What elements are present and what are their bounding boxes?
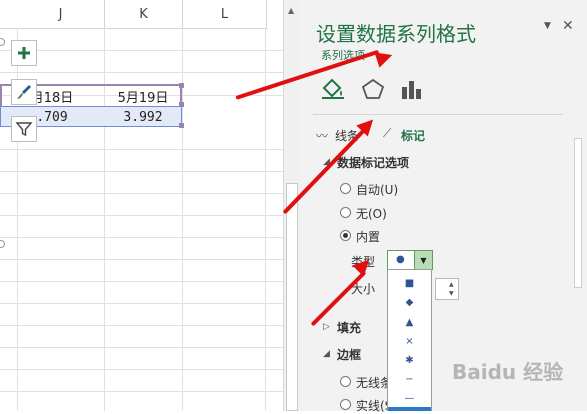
row-line [0,369,283,370]
pane-scrollbar[interactable] [571,118,585,411]
marker-option-long-dash[interactable]: — [388,389,431,407]
radio-builtin-label[interactable]: 内置 [356,228,380,245]
cell-k-date-text: 5月19日 [117,90,169,106]
radio-none[interactable] [340,207,351,218]
column-header-j[interactable]: J [17,0,105,29]
row-line [0,237,283,238]
radio-auto[interactable] [340,183,351,194]
size-spinner[interactable]: ▲ ▼ [435,278,459,300]
column-j-label: J [58,6,63,22]
filter-icon [16,122,32,137]
column-header-l[interactable]: L [183,0,267,29]
cell-k-value-text: 3.992 [123,109,163,125]
paint-bucket-icon [322,78,344,99]
radio-border-solid[interactable] [340,399,351,410]
marker-type-list[interactable]: ■ ◆ ▲ × ✱ − — [387,269,432,411]
column-header-prev[interactable] [0,0,18,29]
radio-builtin[interactable] [340,230,351,241]
cell-j-value-text: .709 [36,109,68,125]
expand-triangle-icon[interactable]: ▷ [323,322,330,332]
row-line [0,391,283,392]
effects-tab[interactable] [361,78,385,104]
chart-elements-button[interactable] [11,40,37,66]
marker-tab-icon: ⟋ [383,126,392,140]
dropdown-arrow-icon[interactable]: ▼ [414,251,432,269]
row-line [0,72,283,73]
spreadsheet-area[interactable]: J K L 月18日 5月19日 .709 3.992 [0,0,283,411]
pane-options-dropdown-icon[interactable]: ▼ [544,21,551,31]
fill-section[interactable]: 填充 [337,319,361,336]
spin-up-icon[interactable]: ▲ [449,281,454,288]
collapse-triangle-icon[interactable]: ◢ [323,349,330,359]
chart-styles-button[interactable] [11,79,37,105]
radio-auto-label[interactable]: 自动(U) [356,181,398,198]
row-line [0,325,283,326]
chart-handle[interactable] [0,240,5,248]
marker-option-triangle[interactable]: ▲ [388,313,431,331]
pane-divider [313,114,563,115]
row-line [0,193,283,194]
pane-title: 设置数据系列格式 [316,22,476,46]
row-line [0,347,283,348]
cell-k-date[interactable]: 5月19日 [104,85,182,107]
row-line [0,171,283,172]
scroll-up-icon[interactable]: ▲ [288,6,294,15]
column-k-label: K [139,6,148,22]
row-line [0,149,283,150]
radio-none-label[interactable]: 无(O) [356,205,387,222]
spin-down-icon[interactable]: ▼ [449,290,454,297]
marker-option-star[interactable]: ✱ [388,351,431,369]
pane-scroll-thumb[interactable] [574,138,582,288]
marker-option-short-dash[interactable]: − [388,370,431,388]
marker-options-section[interactable]: 数据标记选项 [337,154,409,171]
column-l-label: L [220,6,229,22]
cell-j-date-text: 月18日 [30,90,74,106]
marker-tab[interactable]: 标记 [401,127,425,144]
marker-option-x[interactable]: × [388,332,431,350]
row-line [0,281,283,282]
close-icon[interactable]: ✕ [562,18,574,34]
radio-border-none[interactable] [340,376,351,387]
series-options-tab[interactable] [399,78,423,104]
sheet-scroll-thumb[interactable] [286,183,298,411]
marker-type-combobox[interactable]: ● ▼ [387,250,433,270]
watermark: Baidu 经验 [452,360,564,384]
cell-k-value[interactable]: 3.992 [104,106,182,128]
bar-chart-icon [402,81,421,99]
column-header-k[interactable]: K [105,0,183,29]
marker-option-diamond[interactable]: ◆ [388,293,431,311]
row-line [0,215,283,216]
list-scroll-indicator [388,407,431,411]
chart-filters-button[interactable] [11,116,37,142]
plus-icon [18,47,30,59]
row-line [0,50,283,51]
chart-handle[interactable] [0,38,5,46]
pentagon-icon [361,78,385,99]
line-tab-icon: 〰 [316,129,329,143]
border-section[interactable]: 边框 [337,346,361,363]
circle-marker-icon: ● [396,254,405,265]
fill-line-tab[interactable] [320,76,346,104]
marker-option-square[interactable]: ■ [388,274,431,292]
row-line [0,259,283,260]
paintbrush-icon [17,85,31,99]
row-line [0,303,283,304]
